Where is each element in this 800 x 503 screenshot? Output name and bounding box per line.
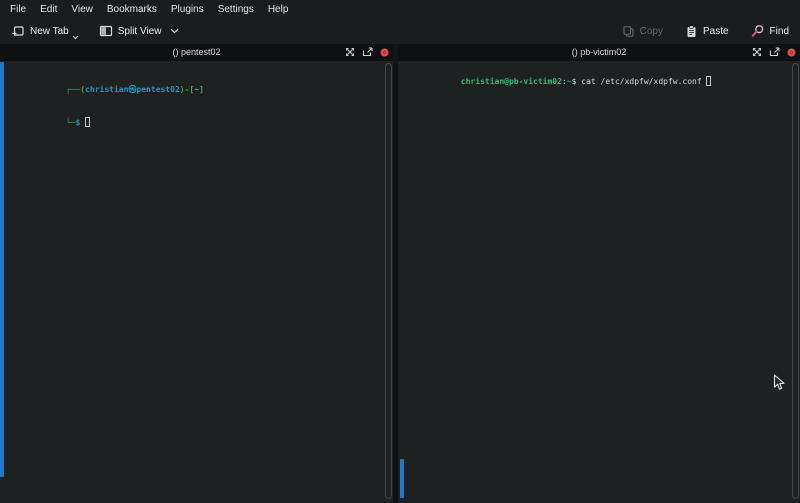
find-icon (751, 24, 765, 38)
prompt-host: pentest02 (136, 85, 179, 94)
close-view-button[interactable] (380, 48, 389, 57)
command-text: cat /etc/xdpfw/xdpfw.conf (576, 77, 706, 86)
split-container: () pentest02 (0, 44, 800, 503)
menu-settings[interactable]: Settings (211, 2, 261, 17)
new-tab-button[interactable]: New Tab (6, 21, 84, 41)
left-terminal-text: ┌──(christian㉿pentest02)-[~] └─$ (0, 61, 393, 139)
find-button[interactable]: Find (746, 21, 794, 41)
right-scrollbar[interactable] (792, 63, 799, 499)
prompt-user: christian (85, 85, 128, 94)
maximize-view-icon[interactable] (752, 47, 762, 57)
prompt-frame-open: ┌──( (66, 85, 85, 94)
right-terminal-text: christian@pb-victim02:~$ cat /etc/xdpfw/… (398, 61, 800, 98)
maximize-view-icon[interactable] (345, 47, 355, 57)
right-scroll-indicator[interactable] (400, 459, 404, 498)
prompt-char: $ (75, 118, 80, 127)
prompt-frame-bottom: └─ (66, 118, 76, 127)
left-scrollbar[interactable] (385, 63, 392, 499)
right-view-title: () pb-victim02 (572, 47, 627, 57)
prompt-frame-mid: )-[ (180, 85, 194, 94)
copy-button[interactable]: Copy (617, 22, 668, 41)
menu-view[interactable]: View (64, 2, 100, 17)
konsole-window: File Edit View Bookmarks Plugins Setting… (0, 0, 800, 503)
mouse-cursor (773, 374, 786, 396)
right-view-header[interactable]: () pb-victim02 (398, 44, 800, 61)
menu-help[interactable]: Help (261, 2, 296, 17)
terminal-cursor (706, 76, 711, 86)
detach-view-icon[interactable] (362, 47, 373, 57)
copy-icon (622, 25, 635, 38)
paste-button[interactable]: Paste (680, 22, 734, 41)
left-view-title: () pentest02 (172, 47, 220, 57)
paste-label: Paste (703, 26, 729, 37)
toolbar: New Tab Split View (0, 18, 800, 44)
copy-label: Copy (640, 26, 663, 37)
menu-file[interactable]: File (3, 2, 33, 17)
close-view-button[interactable] (787, 48, 796, 57)
prompt-user-host: christian@pb-victim02 (461, 77, 562, 86)
new-tab-dropdown-arrow-icon[interactable] (72, 35, 79, 40)
split-view-label: Split View (118, 26, 162, 37)
new-tab-label: New Tab (30, 26, 69, 37)
chevron-down-icon[interactable] (170, 28, 179, 34)
menu-edit[interactable]: Edit (33, 2, 64, 17)
terminal-pentest02[interactable]: ┌──(christian㉿pentest02)-[~] └─$ (0, 61, 393, 503)
detach-view-icon[interactable] (769, 47, 780, 57)
pane-pentest02: () pentest02 (0, 44, 393, 503)
menubar: File Edit View Bookmarks Plugins Setting… (0, 0, 800, 18)
split-view-button[interactable]: Split View (94, 21, 185, 41)
paste-icon (685, 25, 698, 38)
prompt-frame-close: ] (199, 85, 204, 94)
terminal-pb-victim02[interactable]: christian@pb-victim02:~$ cat /etc/xdpfw/… (398, 61, 800, 503)
menu-bookmarks[interactable]: Bookmarks (100, 2, 164, 17)
new-tab-icon (11, 24, 25, 38)
menu-plugins[interactable]: Plugins (164, 2, 211, 17)
find-label: Find (770, 26, 789, 37)
left-view-header[interactable]: () pentest02 (0, 44, 393, 61)
pane-pb-victim02: () pb-victim02 (398, 44, 800, 503)
terminal-cursor (85, 117, 90, 127)
split-view-icon (99, 24, 113, 38)
